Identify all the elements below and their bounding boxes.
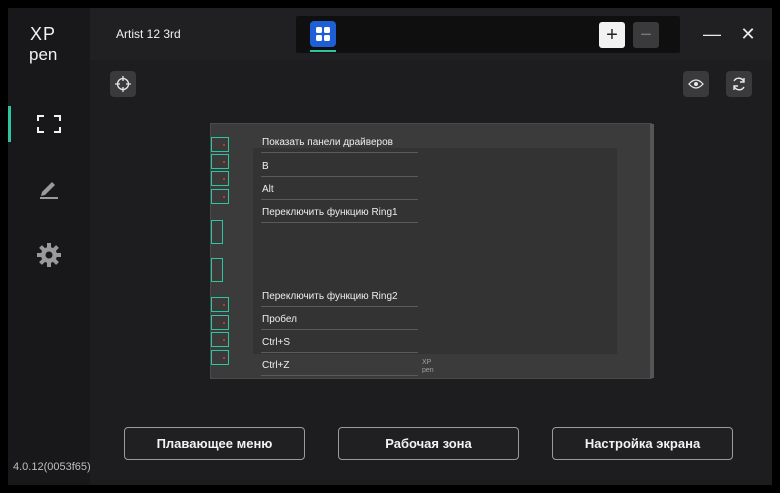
device-name: Artist 12 3rd <box>116 27 181 41</box>
svg-text:XP: XP <box>30 24 56 44</box>
selected-tab-indicator <box>310 50 336 52</box>
svg-text:pen: pen <box>29 45 57 64</box>
display-settings-button[interactable]: Настройка экрана <box>552 427 733 460</box>
main-panel: Показать панели драйверов B Alt Переключ… <box>90 60 772 485</box>
xp-pen-logo-icon: XP pen <box>422 359 434 373</box>
add-app-button[interactable]: + <box>599 22 625 48</box>
express-key-label-4[interactable]: Переключить функцию Ring1 <box>261 204 418 223</box>
express-key-label-8[interactable]: Ctrl+Z <box>261 357 418 376</box>
crosshair-icon <box>115 76 131 92</box>
express-key-2[interactable] <box>211 154 229 169</box>
sidebar-item-display[interactable] <box>8 106 90 142</box>
app-tab-strip: + − <box>296 16 680 53</box>
express-key-1[interactable] <box>211 137 229 152</box>
minimize-button[interactable]: — <box>700 22 724 46</box>
calibrate-button[interactable] <box>110 71 136 97</box>
express-key-label-6[interactable]: Пробел <box>261 311 418 330</box>
svg-text:XP: XP <box>422 359 432 366</box>
eye-icon <box>688 79 704 89</box>
tablet-preview: Показать панели драйверов B Alt Переключ… <box>210 123 654 379</box>
express-key-8[interactable] <box>211 350 229 365</box>
top-bar: Artist 12 3rd + − — ✕ <box>90 8 772 60</box>
sidebar-item-settings[interactable] <box>8 237 90 273</box>
xp-pen-logo-icon: XP pen <box>29 24 57 64</box>
express-key-7[interactable] <box>211 332 229 347</box>
express-key-label-1[interactable]: Показать панели драйверов <box>261 134 418 153</box>
tab-all-apps[interactable] <box>310 21 336 47</box>
screen-frame-icon <box>37 115 61 133</box>
express-key-label-3[interactable]: Alt <box>261 181 418 200</box>
all-apps-grid-icon <box>316 27 330 41</box>
refresh-icon <box>733 77 745 91</box>
floating-menu-button[interactable]: Плавающее меню <box>124 427 305 460</box>
preview-button[interactable] <box>683 71 709 97</box>
sidebar-item-pen[interactable] <box>8 170 90 206</box>
express-key-6[interactable] <box>211 315 229 330</box>
pen-icon <box>40 182 58 199</box>
gear-icon <box>37 243 61 267</box>
express-key-label-5[interactable]: Переключить функцию Ring2 <box>261 288 418 307</box>
express-key-label-7[interactable]: Ctrl+S <box>261 334 418 353</box>
ring-1[interactable] <box>211 220 223 244</box>
ring-2[interactable] <box>211 258 223 282</box>
tablet-edge <box>650 124 654 378</box>
work-area-button[interactable]: Рабочая зона <box>338 427 519 460</box>
app-window: XP pen 4.0.12(0053f65) Artist 12 3rd + −… <box>8 8 772 485</box>
express-key-5[interactable] <box>211 297 229 312</box>
version-label: 4.0.12(0053f65) <box>13 461 91 473</box>
refresh-button[interactable] <box>726 71 752 97</box>
remove-app-button[interactable]: − <box>633 22 659 48</box>
express-key-label-2[interactable]: B <box>261 158 418 177</box>
sidebar: XP pen 4.0.12(0053f65) <box>8 8 91 485</box>
express-key-3[interactable] <box>211 171 229 186</box>
svg-text:pen: pen <box>422 367 434 373</box>
close-button[interactable]: ✕ <box>736 22 760 46</box>
express-key-4[interactable] <box>211 189 229 204</box>
